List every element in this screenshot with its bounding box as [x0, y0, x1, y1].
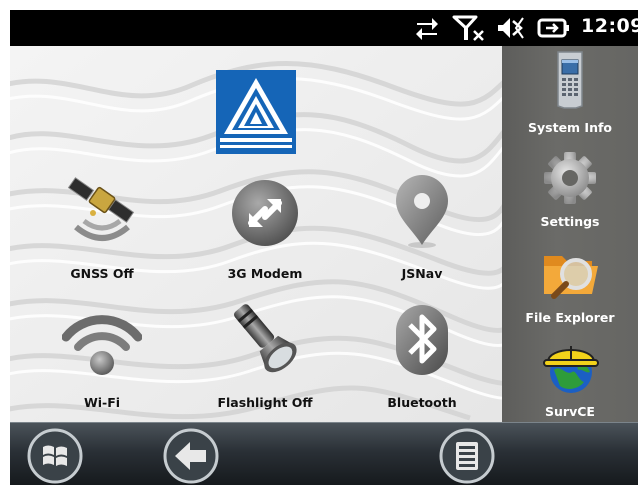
app-3g-modem-label: 3G Modem — [227, 266, 303, 281]
handheld-device-icon — [557, 51, 583, 109]
app-bluetooth-label: Bluetooth — [387, 395, 457, 410]
map-pin-icon — [396, 175, 448, 248]
sidebar-item-survce[interactable]: SurvCE — [502, 330, 638, 424]
taskbar — [10, 422, 638, 485]
sidebar-item-label: File Explorer — [525, 310, 615, 325]
home-screen: GNSS Off 3G Modem JSNav Wi-Fi Flashlight… — [10, 46, 502, 422]
folder-search-icon — [544, 256, 598, 299]
pyramid-logo — [216, 70, 296, 154]
device-screen: 12:09 GNSS Off 3G Modem JSNav Wi-Fi Flas… — [10, 10, 638, 485]
hardhat-globe-icon — [543, 346, 599, 393]
battery-charging-icon[interactable] — [537, 14, 571, 42]
app-gnss-label: GNSS Off — [70, 266, 134, 281]
app-wifi-label: Wi-Fi — [83, 395, 121, 410]
satellite-icon — [67, 177, 135, 241]
app-gnss[interactable]: GNSS Off — [42, 171, 162, 291]
back-button[interactable] — [162, 427, 220, 485]
sidebar-item-label: Settings — [540, 214, 600, 229]
app-wifi[interactable]: Wi-Fi — [42, 299, 162, 419]
no-signal-icon[interactable] — [452, 14, 486, 42]
list-icon — [456, 442, 478, 470]
menu-button[interactable] — [438, 427, 496, 485]
app-flashlight-label: Flashlight Off — [217, 395, 313, 410]
sidebar: System Info Settings File Explorer SurvC… — [502, 46, 638, 422]
volume-muted-icon[interactable] — [496, 14, 526, 42]
sidebar-item-file-explorer[interactable]: File Explorer — [502, 236, 638, 330]
modem-icon — [232, 180, 298, 246]
wifi-icon — [62, 315, 142, 375]
sidebar-item-label: System Info — [528, 120, 612, 135]
app-jsnav-label: JSNav — [401, 266, 443, 281]
sidebar-item-label: SurvCE — [545, 404, 595, 419]
app-bluetooth[interactable]: Bluetooth — [362, 299, 482, 419]
sidebar-item-settings[interactable]: Settings — [502, 142, 638, 236]
clock[interactable]: 12:09 — [581, 15, 638, 37]
sidebar-item-system-info[interactable]: System Info — [502, 46, 638, 140]
gear-icon — [544, 152, 596, 204]
app-flashlight[interactable]: Flashlight Off — [205, 299, 325, 419]
app-3g-modem[interactable]: 3G Modem — [205, 171, 325, 291]
bluetooth-icon — [396, 305, 448, 375]
app-jsnav[interactable]: JSNav — [362, 171, 482, 291]
status-bar: 12:09 — [10, 10, 638, 46]
flashlight-icon — [234, 304, 297, 373]
sync-arrows-icon[interactable] — [414, 14, 440, 42]
start-button[interactable] — [26, 427, 84, 485]
